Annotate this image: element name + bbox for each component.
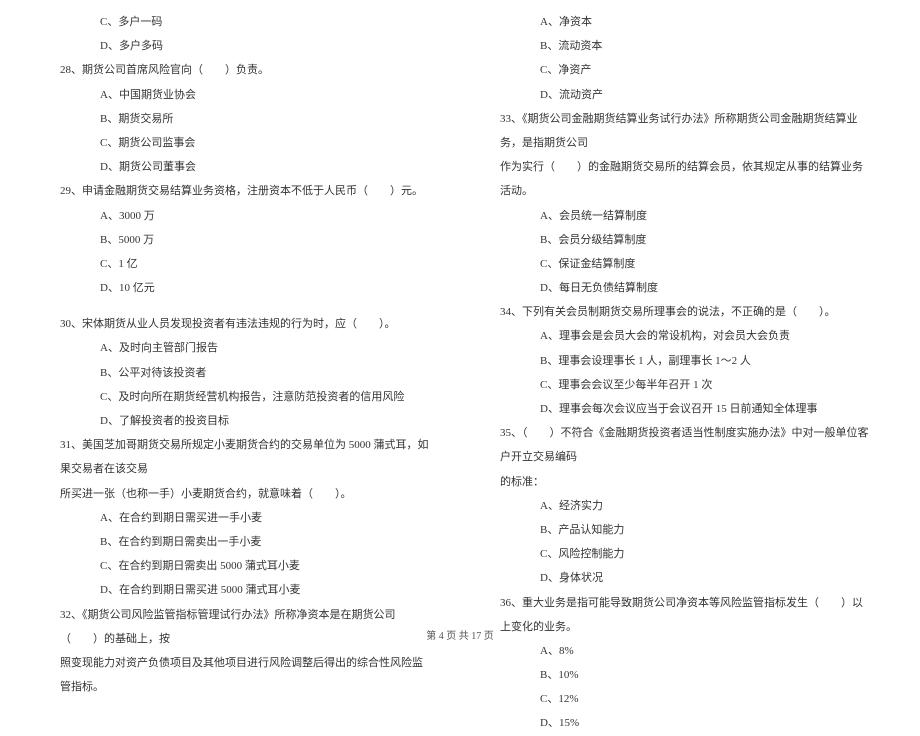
q33-option-b: B、会员分级结算制度 — [490, 228, 870, 252]
q35-option-a: A、经济实力 — [490, 494, 870, 518]
q36-option-c: C、12% — [490, 687, 870, 711]
q35-option-b: B、产品认知能力 — [490, 518, 870, 542]
q32-text2: 照变现能力对资产负债项目及其他项目进行风险调整后得出的综合性风险监管指标。 — [50, 651, 430, 699]
q31-option-d: D、在合约到期日需买进 5000 蒲式耳小麦 — [50, 578, 430, 602]
q28-option-c: C、期货公司监事会 — [50, 131, 430, 155]
q32-option-c: C、净资产 — [490, 58, 870, 82]
q32-option-d: D、流动资产 — [490, 83, 870, 107]
q34-option-c: C、理事会会议至少每半年召开 1 次 — [490, 373, 870, 397]
q35-option-c: C、风险控制能力 — [490, 542, 870, 566]
q29-option-d: D、10 亿元 — [50, 276, 430, 300]
q34-option-b: B、理事会设理事长 1 人，副理事长 1～2 人 — [490, 349, 870, 373]
q36-option-a: A、8% — [490, 639, 870, 663]
q28-option-a: A、中国期货业协会 — [50, 83, 430, 107]
q29-option-b: B、5000 万 — [50, 228, 430, 252]
q27-option-d: D、多户多码 — [50, 34, 430, 58]
q31-option-c: C、在合约到期日需卖出 5000 蒲式耳小麦 — [50, 554, 430, 578]
q34-text: 34、下列有关会员制期货交易所理事会的说法，不正确的是（ ）。 — [490, 300, 870, 324]
q30-text: 30、宋体期货从业人员发现投资者有违法违规的行为时，应（ ）。 — [50, 312, 430, 336]
q28-option-b: B、期货交易所 — [50, 107, 430, 131]
q36-option-d: D、15% — [490, 711, 870, 735]
q33-option-c: C、保证金结算制度 — [490, 252, 870, 276]
q29-option-c: C、1 亿 — [50, 252, 430, 276]
q34-option-d: D、理事会每次会议应当于会议召开 15 日前通知全体理事 — [490, 397, 870, 421]
q31-text: 31、美国芝加哥期货交易所规定小麦期货合约的交易单位为 5000 蒲式耳，如果交… — [50, 433, 430, 481]
q31-text2: 所买进一张（也称一手）小麦期货合约，就意味着（ ）。 — [50, 482, 430, 506]
q35-text: 35、（ ）不符合《金融期货投资者适当性制度实施办法》中对一般单位客户开立交易编… — [490, 421, 870, 469]
page-container: C、多户一码 D、多户多码 28、期货公司首席风险官向（ ）负责。 A、中国期货… — [0, 0, 920, 620]
spacer — [50, 300, 430, 312]
q30-option-a: A、及时向主管部门报告 — [50, 336, 430, 360]
q31-option-b: B、在合约到期日需卖出一手小麦 — [50, 530, 430, 554]
q27-option-c: C、多户一码 — [50, 10, 430, 34]
q32-option-a: A、净资本 — [490, 10, 870, 34]
q33-option-a: A、会员统一结算制度 — [490, 204, 870, 228]
q31-option-a: A、在合约到期日需买进一手小麦 — [50, 506, 430, 530]
left-column: C、多户一码 D、多户多码 28、期货公司首席风险官向（ ）负责。 A、中国期货… — [20, 10, 460, 620]
q30-option-c: C、及时向所在期货经营机构报告，注意防范投资者的信用风险 — [50, 385, 430, 409]
q30-option-d: D、了解投资者的投资目标 — [50, 409, 430, 433]
q28-text: 28、期货公司首席风险官向（ ）负责。 — [50, 58, 430, 82]
q29-option-a: A、3000 万 — [50, 204, 430, 228]
q28-option-d: D、期货公司董事会 — [50, 155, 430, 179]
q32-option-b: B、流动资本 — [490, 34, 870, 58]
page-footer: 第 4 页 共 17 页 — [0, 627, 920, 642]
q36-option-b: B、10% — [490, 663, 870, 687]
q29-text: 29、申请金融期货交易结算业务资格，注册资本不低于人民币（ ）元。 — [50, 179, 430, 203]
q33-text2: 作为实行（ ）的金融期货交易所的结算会员，依其规定从事的结算业务活动。 — [490, 155, 870, 203]
q34-option-a: A、理事会是会员大会的常设机构，对会员大会负责 — [490, 324, 870, 348]
q35-text2: 的标准： — [490, 470, 870, 494]
right-column: A、净资本 B、流动资本 C、净资产 D、流动资产 33、《期货公司金融期货结算… — [460, 10, 900, 620]
q35-option-d: D、身体状况 — [490, 566, 870, 590]
q30-option-b: B、公平对待该投资者 — [50, 361, 430, 385]
q33-option-d: D、每日无负债结算制度 — [490, 276, 870, 300]
q33-text: 33、《期货公司金融期货结算业务试行办法》所称期货公司金融期货结算业务，是指期货… — [490, 107, 870, 155]
